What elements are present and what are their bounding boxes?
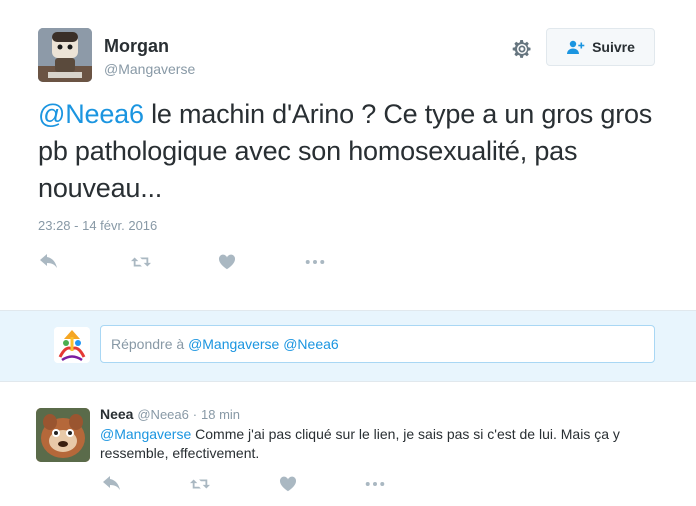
more-dots-icon[interactable] xyxy=(364,475,386,493)
reply-input[interactable]: Répondre à @Mangaverse @Neea6 xyxy=(100,325,655,363)
timestamp[interactable]: 23:28 - 14 févr. 2016 xyxy=(38,218,157,233)
author-name[interactable]: Morgan xyxy=(104,36,169,57)
mention-link[interactable]: @Neea6 xyxy=(38,99,144,129)
reply-icon[interactable] xyxy=(38,253,60,271)
more-dots-icon[interactable] xyxy=(304,253,326,271)
reply-mention-link[interactable]: @Mangaverse xyxy=(100,426,191,442)
avatar-logo xyxy=(54,327,90,363)
retweet-icon[interactable] xyxy=(189,475,211,493)
reply-text: @Mangaverse Comme j'ai pas cliqué sur le… xyxy=(100,425,660,463)
tweet-text: @Neea6 le machin d'Arino ? Ce type a un … xyxy=(38,96,658,207)
main-tweet: Morgan @Mangaverse Suivre @Neea6 le mach… xyxy=(0,0,696,310)
heart-icon[interactable] xyxy=(216,253,238,271)
reply-mention-1: @Mangaverse xyxy=(188,336,280,352)
reply-icon[interactable] xyxy=(101,475,123,493)
user-avatar[interactable] xyxy=(54,327,90,363)
heart-icon[interactable] xyxy=(277,475,299,493)
reply-mention-2: @Neea6 xyxy=(283,336,339,352)
follow-label: Suivre xyxy=(592,39,635,55)
reply-tweet: Neea @Neea6 · 18 min @Mangaverse Comme j… xyxy=(0,383,696,506)
author-handle[interactable]: @Mangaverse xyxy=(104,61,195,77)
reply-header: Neea @Neea6 · 18 min xyxy=(100,406,240,422)
follow-button[interactable]: Suivre xyxy=(546,28,655,66)
reply-avatar[interactable] xyxy=(36,408,90,462)
separator-dot: · xyxy=(192,407,198,422)
avatar[interactable] xyxy=(38,28,92,82)
reply-author-handle[interactable]: @Neea6 xyxy=(137,407,189,422)
reply-author-name[interactable]: Neea xyxy=(100,406,133,422)
retweet-icon[interactable] xyxy=(130,253,152,271)
reply-prefix: Répondre à xyxy=(111,336,189,352)
gear-icon[interactable] xyxy=(510,37,534,61)
avatar-image xyxy=(38,28,92,82)
add-user-icon xyxy=(567,40,585,54)
reply-time[interactable]: 18 min xyxy=(201,407,240,422)
reply-avatar-image xyxy=(36,408,90,462)
reply-compose-area: Répondre à @Mangaverse @Neea6 xyxy=(0,310,696,382)
